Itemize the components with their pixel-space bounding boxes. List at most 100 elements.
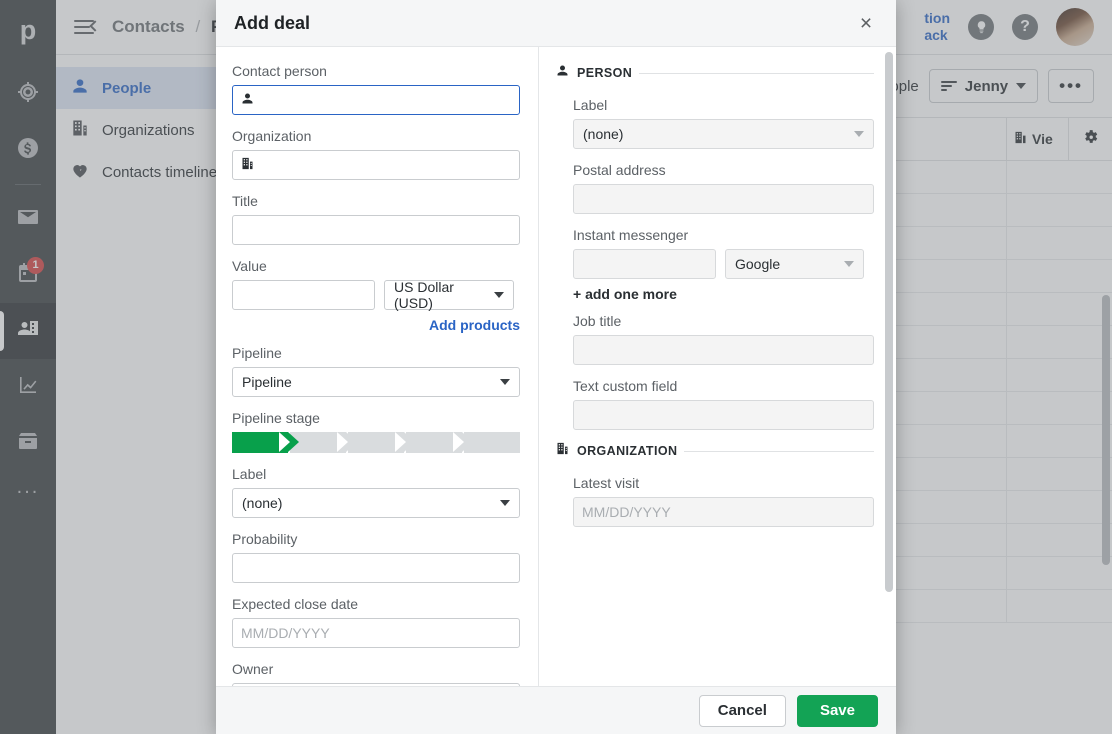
rail-item-mail[interactable] <box>0 191 56 247</box>
rail-item-more[interactable]: ... <box>17 477 40 497</box>
pipeline-stage-bar <box>232 432 520 453</box>
heartbeat-icon <box>70 160 90 184</box>
probability-input[interactable] <box>232 553 520 583</box>
rail-item-deals[interactable] <box>0 66 56 122</box>
organization-section-title: ORGANIZATION <box>577 444 677 458</box>
contact-person-field: Contact person <box>232 61 520 115</box>
job-title-field: Job title <box>573 311 874 365</box>
latest-visit-field: Latest visit MM/DD/YYYY <box>573 473 874 527</box>
view-column-label: Vie <box>1032 131 1053 147</box>
table-cell <box>1006 260 1112 293</box>
contact-person-label: Contact person <box>232 61 520 81</box>
deal-label-value: (none) <box>242 495 282 511</box>
expected-close-date-input[interactable]: MM/DD/YYYY <box>232 618 520 648</box>
table-cell <box>1006 326 1112 359</box>
probability-label: Probability <box>232 529 520 549</box>
chart-line-icon <box>16 373 40 402</box>
job-title-input[interactable] <box>573 335 874 365</box>
building-icon <box>1013 130 1028 148</box>
postal-address-input[interactable] <box>573 184 874 214</box>
rail-divider <box>15 184 41 185</box>
chevron-down-icon <box>500 500 510 506</box>
value-currency-row: US Dollar (USD) <box>232 280 520 310</box>
person-label-value: (none) <box>583 126 623 142</box>
table-settings-button[interactable] <box>1068 117 1112 161</box>
modal-title: Add deal <box>234 13 310 34</box>
add-one-more-link[interactable]: + add one more <box>573 286 874 302</box>
table-cell <box>1006 392 1112 425</box>
currency-value: US Dollar (USD) <box>394 279 494 311</box>
deal-label-select[interactable]: (none) <box>232 488 520 518</box>
gear-icon <box>1082 128 1099 150</box>
rail-item-products[interactable] <box>0 415 56 471</box>
building-icon <box>555 441 570 461</box>
more-actions-button[interactable]: ••• <box>1048 69 1094 103</box>
instant-messenger-provider-select[interactable]: Google <box>725 249 864 279</box>
table-header-view[interactable]: Vie <box>1006 117 1068 161</box>
user-avatar[interactable] <box>1056 8 1094 46</box>
table-cell <box>1006 359 1112 392</box>
contact-person-input[interactable] <box>232 85 520 115</box>
breadcrumb-root[interactable]: Contacts <box>112 17 185 36</box>
chevron-down-icon <box>500 379 510 385</box>
deal-label-label: Label <box>232 464 520 484</box>
postal-address-label: Postal address <box>573 160 874 180</box>
table-cell <box>1006 557 1112 590</box>
modal-header: Add deal × <box>216 0 896 47</box>
pipeline-field: Pipeline Pipeline <box>232 343 520 397</box>
instant-messenger-input[interactable] <box>573 249 716 279</box>
dollar-circle-icon <box>16 136 40 165</box>
save-button[interactable]: Save <box>797 695 878 727</box>
value-input[interactable] <box>232 280 375 310</box>
sidebar-item-label: Organizations <box>102 122 195 139</box>
text-custom-field-input[interactable] <box>573 400 874 430</box>
menu-collapse-icon[interactable] <box>74 19 96 35</box>
pipedrive-logo[interactable]: p <box>9 14 47 52</box>
text-custom-field: Text custom field <box>573 376 874 430</box>
rail-item-leads[interactable] <box>0 122 56 178</box>
deal-fields-column: Contact person Organization <box>216 47 538 686</box>
value-field: Value US Dollar (USD) Add products <box>232 256 520 333</box>
feedback-link[interactable]: tion ack <box>924 10 950 45</box>
organization-field: Organization <box>232 126 520 180</box>
close-icon[interactable]: × <box>852 9 880 37</box>
help-icon[interactable]: ? <box>1012 14 1038 40</box>
person-fields: Label (none) Postal address Instan <box>555 95 874 430</box>
rail-item-contacts[interactable] <box>0 303 56 359</box>
deal-label-field: Label (none) <box>232 464 520 518</box>
tips-bulb-icon[interactable] <box>968 14 994 40</box>
modal-scrollbar[interactable] <box>885 52 893 592</box>
currency-select[interactable]: US Dollar (USD) <box>384 280 514 310</box>
table-cell <box>1006 227 1112 260</box>
pipeline-value: Pipeline <box>242 374 292 390</box>
sidebar-item-label: Contacts timeline <box>102 164 217 181</box>
pipeline-label: Pipeline <box>232 343 520 363</box>
cancel-button[interactable]: Cancel <box>699 695 786 727</box>
person-label-select[interactable]: (none) <box>573 119 874 149</box>
rail-item-activities[interactable]: 1 <box>0 247 56 303</box>
person-section-title: PERSON <box>577 66 632 80</box>
table-cell <box>1006 590 1112 623</box>
instant-messenger-label: Instant messenger <box>573 225 874 245</box>
postal-address-field: Postal address <box>573 160 874 214</box>
rail-item-insights[interactable] <box>0 359 56 415</box>
pipeline-select[interactable]: Pipeline <box>232 367 520 397</box>
filter-button[interactable]: Jenny <box>929 69 1038 103</box>
owner-label: Owner <box>232 659 520 679</box>
pipeline-stage-field: Pipeline stage <box>232 408 520 453</box>
building-icon <box>70 118 90 142</box>
modal-footer: Cancel Save <box>216 686 896 734</box>
person-icon <box>240 91 255 109</box>
value-label: Value <box>232 256 520 276</box>
add-products-link[interactable]: Add products <box>232 317 520 333</box>
table-scrollbar[interactable] <box>1102 295 1110 565</box>
owner-input[interactable] <box>232 683 520 686</box>
title-input[interactable] <box>232 215 520 245</box>
filter-label: Jenny <box>965 78 1008 95</box>
instant-messenger-provider-value: Google <box>735 256 780 272</box>
person-org-column: PERSON Label (none) Postal address <box>539 47 896 686</box>
organization-input[interactable] <box>232 150 520 180</box>
latest-visit-input[interactable]: MM/DD/YYYY <box>573 497 874 527</box>
probability-field: Probability <box>232 529 520 583</box>
person-label-label: Label <box>573 95 874 115</box>
